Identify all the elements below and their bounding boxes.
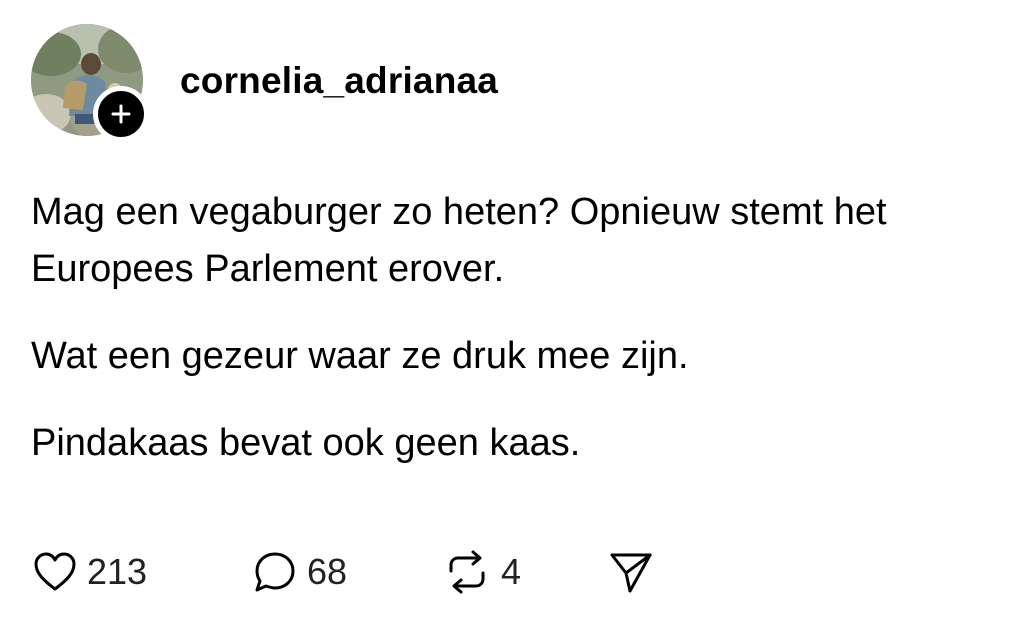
repost-icon [449,550,485,594]
plus-icon [111,104,131,123]
post-paragraph: Wat een gezeur waar ze druk mee zijn. [31,335,689,377]
heart-icon [34,552,76,591]
post-body: Mag een vegaburger zo heten? Opnieuw ste… [31,184,991,472]
avatar-container[interactable] [31,23,149,142]
reply-count: 68 [307,551,348,592]
send-icon [610,553,652,593]
post-paragraph: Mag een vegaburger zo heten? Opnieuw ste… [31,191,887,290]
username[interactable]: cornelia_adrianaa [180,60,498,102]
share-button[interactable] [608,549,654,595]
post-actions: 213 68 4 [33,547,654,597]
like-button[interactable]: 213 [33,551,253,593]
post-paragraph: Pindakaas bevat ook geen kaas. [31,422,581,464]
post-header: cornelia_adrianaa [31,22,498,142]
like-count: 213 [87,551,148,592]
thread-post: cornelia_adrianaa Mag een vegaburger zo … [0,0,1024,623]
reply-button[interactable]: 68 [253,550,443,594]
speech-bubble-icon [255,552,295,592]
follow-button[interactable] [93,85,149,142]
repost-button[interactable]: 4 [443,549,608,595]
repost-count: 4 [501,551,522,592]
